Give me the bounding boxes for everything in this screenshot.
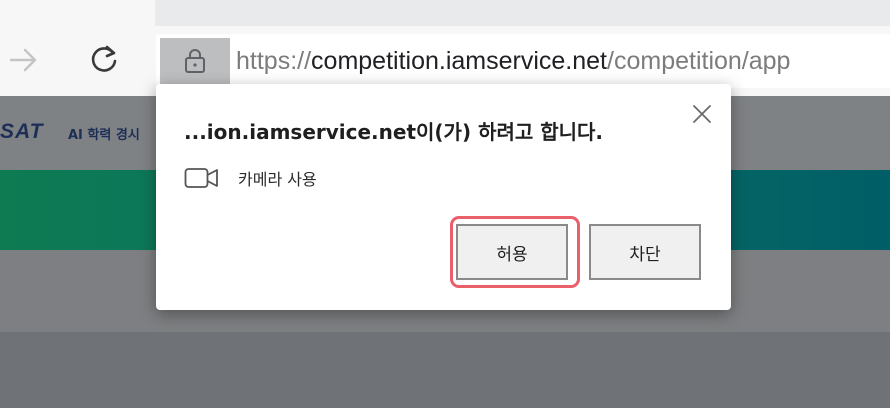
lock-icon <box>185 49 205 73</box>
tab-strip <box>0 0 890 26</box>
site-logo[interactable]: SAT <box>0 120 43 144</box>
address-bar[interactable]: https://competition.iamservice.net/compe… <box>156 34 890 88</box>
permission-label: 카메라 사용 <box>238 170 317 189</box>
block-button[interactable]: 차단 <box>589 224 701 280</box>
url-text[interactable]: https://competition.iamservice.net/compe… <box>236 44 790 78</box>
site-info-button[interactable] <box>160 38 230 84</box>
back-button[interactable] <box>4 40 44 80</box>
reload-button[interactable] <box>84 40 124 80</box>
url-host: competition.iamservice.net <box>311 47 608 75</box>
close-icon <box>693 105 711 123</box>
url-scheme: https:// <box>236 47 312 75</box>
camera-icon <box>184 164 220 192</box>
site-subtitle: AI 학력 경시 <box>68 128 140 143</box>
url-path: /competition/app <box>607 47 791 75</box>
permission-row: 카메라 사용 <box>184 164 317 192</box>
arrow-right-icon <box>9 48 37 72</box>
active-tab[interactable] <box>0 0 155 26</box>
allow-button[interactable]: 허용 <box>456 224 568 280</box>
permission-dialog: ...ion.iamservice.net이(가) 하려고 합니다. 카메라 사… <box>156 84 731 310</box>
reload-icon <box>91 45 117 72</box>
close-button[interactable] <box>686 98 718 130</box>
dialog-title: ...ion.iamservice.net이(가) 하려고 합니다. <box>184 120 604 144</box>
